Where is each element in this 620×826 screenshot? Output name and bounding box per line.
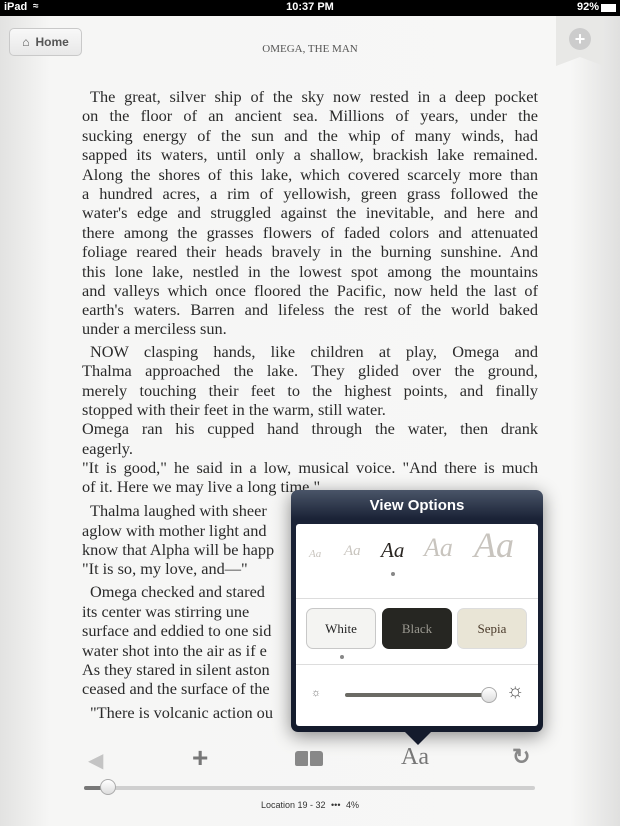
- text-line: foliage reared their heads bravely in th…: [82, 242, 538, 261]
- text-line: on the floor of an ancient sea. Millions…: [82, 106, 538, 125]
- text-line: merely touching their feet to the highes…: [82, 381, 538, 400]
- popover-arrow: [404, 731, 432, 745]
- text-line: sapped its waters, until only a shallow,…: [82, 145, 538, 164]
- font-size-3[interactable]: Aa: [381, 538, 404, 563]
- sync-icon: ↻: [512, 744, 531, 769]
- text-line: Along the shores of this lake, which cov…: [82, 165, 538, 184]
- selected-font-indicator: [391, 572, 395, 576]
- open-book-icon-right: [310, 751, 323, 766]
- text-line: NOW clasping hands, like children at pla…: [90, 342, 538, 361]
- location-range: Location 19 - 32: [260, 800, 326, 810]
- sync-button[interactable]: ↻: [512, 744, 530, 770]
- table-of-contents-button[interactable]: [295, 751, 323, 766]
- add-button[interactable]: +: [192, 742, 208, 774]
- open-book-icon: [295, 751, 308, 766]
- battery-icon: [601, 4, 616, 12]
- page-progress-slider[interactable]: [84, 779, 535, 795]
- theme-white-button[interactable]: White: [306, 608, 376, 649]
- status-bar: iPad ≈ 10:37 PM 92%: [0, 0, 620, 16]
- text-line: and valleys which once floored the Pacif…: [82, 281, 538, 300]
- view-options-popover: View Options Aa Aa Aa Aa Aa White Black …: [291, 490, 543, 745]
- add-bookmark-icon: +: [569, 28, 591, 50]
- font-size-2[interactable]: Aa: [344, 543, 361, 560]
- text-line: eagerly.: [82, 439, 133, 458]
- font-size-5[interactable]: Aa: [474, 524, 514, 566]
- theme-black-button[interactable]: Black: [382, 608, 452, 649]
- selected-theme-indicator: [340, 655, 344, 659]
- text-line: a hundred acres, a rim of yellowish, gre…: [82, 184, 538, 203]
- text-line: Thalma approached the lake. They glided …: [82, 361, 538, 380]
- text-line: Omega ran his cupped hand through the wa…: [82, 419, 538, 438]
- text-line: this lone lake, nestled in the lowest sp…: [82, 262, 538, 281]
- progress-knob[interactable]: [100, 779, 117, 795]
- font-options-button[interactable]: Aa: [401, 744, 429, 771]
- text-line: sucking energy of the sun and the whip o…: [82, 126, 538, 145]
- back-arrow-icon: ◀: [88, 750, 104, 772]
- text-line: under a merciless sun.: [82, 319, 227, 338]
- font-size-1[interactable]: Aa: [309, 548, 321, 560]
- battery-percent: 92%: [577, 1, 600, 13]
- divider: [296, 664, 538, 665]
- text-line: water's edge and struggled against the i…: [82, 203, 538, 222]
- location-label: Location 19 - 32 ••• 4%: [0, 800, 620, 810]
- divider: [296, 598, 538, 599]
- popover-title: View Options: [369, 497, 465, 514]
- book-title: OMEGA, THE MAN: [262, 43, 358, 55]
- text-line: stopped with their feet in the warm, sti…: [82, 400, 386, 419]
- brightness-knob[interactable]: [481, 687, 497, 703]
- clock: 10:37 PM: [286, 1, 334, 13]
- separator: •••: [331, 800, 341, 810]
- text-line: The great, silver ship of the sky now re…: [90, 87, 538, 106]
- text-line: there among the grasses flowers of faded…: [82, 223, 538, 242]
- font-size-4[interactable]: Aa: [424, 533, 453, 563]
- brightness-low-icon: ☼: [311, 687, 322, 699]
- text-line: "It is good," he said in a low, musical …: [82, 458, 538, 477]
- back-button[interactable]: ◀: [88, 748, 103, 773]
- brightness-high-icon: ☼: [506, 680, 525, 702]
- plus-icon: +: [192, 742, 209, 773]
- theme-sepia-button[interactable]: Sepia: [457, 608, 527, 649]
- brightness-slider[interactable]: [345, 687, 497, 703]
- percent-read: 4%: [346, 800, 360, 810]
- text-line: earth's waters. Barren and lifeless the …: [82, 300, 538, 319]
